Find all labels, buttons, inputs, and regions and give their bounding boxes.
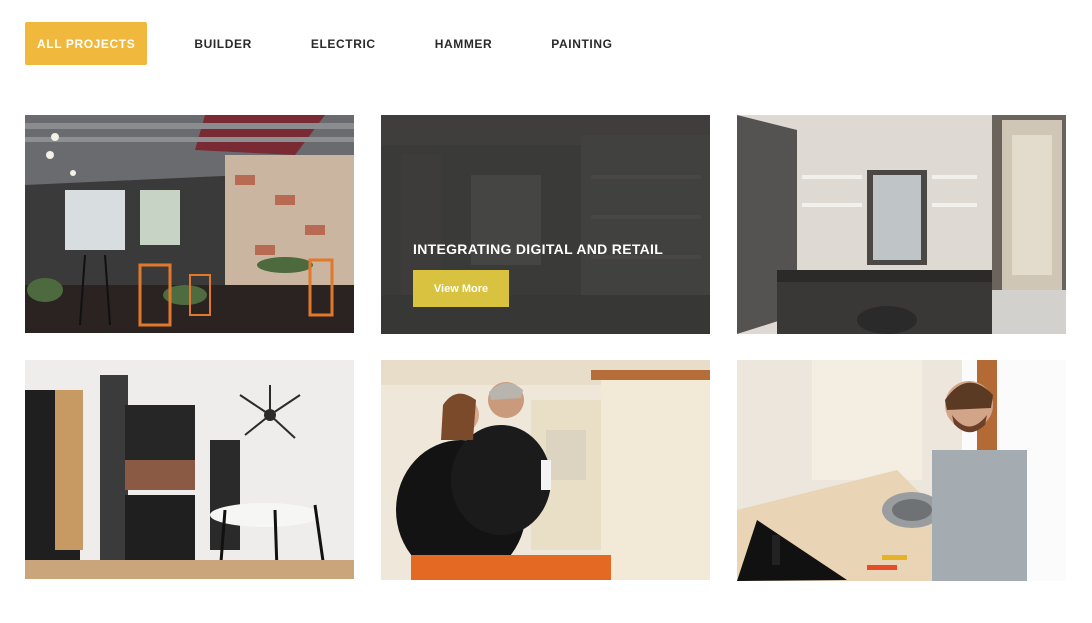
window-desk-room-image [737,115,1066,334]
project-tile-4[interactable] [25,360,354,579]
filter-hammer[interactable]: HAMMER [423,22,505,65]
filter-electric[interactable]: ELECTRIC [299,22,388,65]
project-tile-5[interactable] [381,360,710,580]
kitchen-dining-image [25,360,354,579]
project-filter-bar: ALL PROJECTS BUILDER ELECTRIC HAMMER PAI… [25,22,625,65]
man-fixing-sink-image [737,360,1066,581]
filter-builder[interactable]: BUILDER [182,22,264,65]
project-tile-3[interactable] [737,115,1066,334]
industrial-cafe-image [25,115,354,333]
filter-all-projects[interactable]: ALL PROJECTS [25,22,148,65]
filter-painting[interactable]: PAINTING [539,22,624,65]
project-tile-2[interactable]: INTEGRATING DIGITAL AND RETAIL View More [381,115,710,334]
project-tile-6[interactable] [737,360,1066,581]
view-more-button[interactable]: View More [413,270,509,307]
project-title: INTEGRATING DIGITAL AND RETAIL [413,241,664,257]
project-tile-1[interactable] [25,115,354,333]
plumbers-under-sink-image [381,360,710,580]
